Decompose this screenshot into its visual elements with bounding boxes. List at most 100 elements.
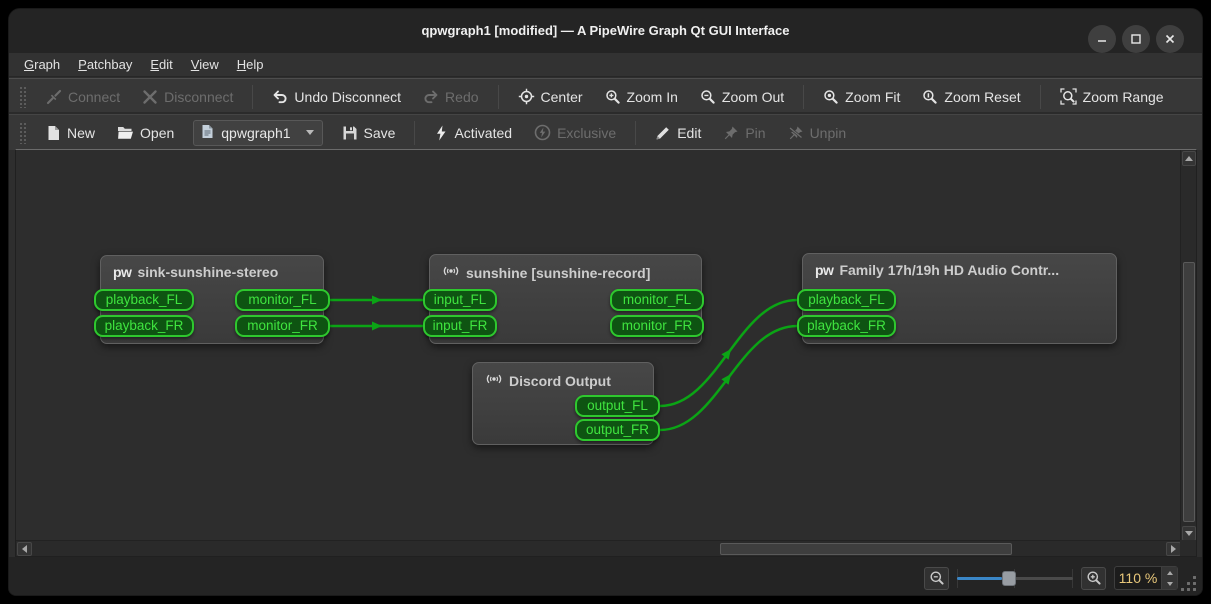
port-playback-fr[interactable]: playback_FR <box>94 315 194 337</box>
save-icon <box>342 125 358 141</box>
zoom-percent-value: 110 % <box>1118 570 1158 586</box>
port-monitor-fl[interactable]: monitor_FL <box>235 289 330 311</box>
pipewire-icon: pw <box>113 264 132 280</box>
menu-help[interactable]: Help <box>228 54 273 75</box>
horizontal-scrollbar-handle[interactable] <box>720 543 1012 555</box>
minimize-icon <box>1098 40 1106 42</box>
edit-button[interactable]: Edit <box>646 120 710 146</box>
zoom-percent-spinbox[interactable]: 110 % <box>1114 566 1178 590</box>
unpin-button[interactable]: Unpin <box>779 120 856 146</box>
patchbay-session-combobox[interactable]: qpwgraph1 <box>193 119 323 146</box>
menu-patchbay[interactable]: Patchbay <box>69 54 141 75</box>
graph-toolbar: Connect Disconnect Undo Disconnect Redo … <box>9 78 1202 114</box>
node-title: Discord Output <box>509 372 611 389</box>
toolbar-separator <box>635 120 637 145</box>
exclusive-button[interactable]: Exclusive <box>525 119 625 146</box>
disconnect-button[interactable]: Disconnect <box>133 84 242 110</box>
toolbar-separator <box>803 84 805 109</box>
close-icon <box>1165 34 1175 44</box>
arrow-left-icon <box>22 545 27 553</box>
spin-up-button[interactable] <box>1162 567 1177 578</box>
new-button[interactable]: New <box>37 120 104 146</box>
port-output-fr[interactable]: output_FR <box>575 419 660 441</box>
menu-graph[interactable]: Graph <box>15 54 69 75</box>
chevron-down-icon <box>305 130 314 135</box>
arrow-right-icon <box>1171 545 1176 553</box>
toolbar-drag-handle[interactable] <box>19 85 27 108</box>
redo-button[interactable]: Redo <box>414 84 487 110</box>
vertical-scrollbar-handle[interactable] <box>1183 262 1195 522</box>
zoom-out-status-button[interactable] <box>924 566 949 590</box>
menu-edit[interactable]: Edit <box>141 54 181 75</box>
toolbar-separator <box>414 120 416 145</box>
zoom-slider-handle[interactable] <box>1002 570 1016 586</box>
node-title: sink-sunshine-stereo <box>137 264 279 280</box>
connect-icon <box>46 89 62 105</box>
minimize-button[interactable] <box>1088 25 1116 53</box>
patchbay-file-icon <box>201 124 214 142</box>
scroll-right-button[interactable] <box>1166 542 1181 556</box>
zoom-controls: 110 % <box>924 566 1178 590</box>
zoom-in-button[interactable]: Zoom In <box>596 84 687 110</box>
window-title: qpwgraph1 [modified] — A PipeWire Graph … <box>421 23 790 38</box>
scroll-left-button[interactable] <box>17 542 32 556</box>
arrow-up-icon <box>1185 156 1193 161</box>
open-folder-icon <box>117 125 134 140</box>
port-input-fr[interactable]: input_FR <box>423 315 497 337</box>
open-button[interactable]: Open <box>108 120 183 146</box>
edit-pencil-icon <box>655 125 671 141</box>
stream-icon <box>485 371 503 390</box>
horizontal-scrollbar[interactable] <box>16 540 1182 556</box>
toolbar-drag-handle[interactable] <box>19 121 27 144</box>
zoom-in-status-button[interactable] <box>1081 566 1106 590</box>
zoom-range-button[interactable]: Zoom Range <box>1051 83 1173 110</box>
port-monitor-fl[interactable]: monitor_FL <box>610 289 704 311</box>
undo-icon <box>272 89 288 105</box>
close-button[interactable] <box>1156 25 1184 53</box>
titlebar[interactable]: qpwgraph1 [modified] — A PipeWire Graph … <box>9 9 1202 53</box>
activated-bolt-icon <box>434 125 448 141</box>
port-input-fl[interactable]: input_FL <box>423 289 497 311</box>
zoom-fit-button[interactable]: Zoom Fit <box>814 84 909 110</box>
redo-icon <box>423 89 439 105</box>
port-monitor-fr[interactable]: monitor_FR <box>235 315 330 337</box>
new-file-icon <box>46 125 61 141</box>
maximize-button[interactable] <box>1122 25 1150 53</box>
zoom-reset-icon <box>922 89 938 105</box>
scroll-down-button[interactable] <box>1182 526 1196 541</box>
graph-view-frame: pw sink-sunshine-stereo sunshine [sunshin… <box>15 149 1197 557</box>
menubar: Graph Patchbay Edit View Help <box>9 53 1202 77</box>
pin-button[interactable]: Pin <box>714 120 774 146</box>
window-resize-grip[interactable] <box>1180 575 1196 591</box>
center-button[interactable]: Center <box>509 83 592 110</box>
arrow-down-icon <box>1166 581 1173 586</box>
graph-canvas[interactable]: pw sink-sunshine-stereo sunshine [sunshin… <box>16 150 1182 542</box>
activated-button[interactable]: Activated <box>425 120 521 146</box>
pipewire-icon: pw <box>815 262 834 278</box>
menu-view[interactable]: View <box>182 54 228 75</box>
toolbar-separator <box>252 84 254 109</box>
exclusive-bolt-icon <box>534 124 551 141</box>
spin-down-button[interactable] <box>1162 578 1177 589</box>
scroll-up-button[interactable] <box>1182 151 1196 166</box>
zoom-slider[interactable] <box>957 567 1073 590</box>
port-output-fl[interactable]: output_FL <box>575 395 660 417</box>
port-playback-fr[interactable]: playback_FR <box>797 315 896 337</box>
center-icon <box>518 88 535 105</box>
undo-disconnect-button[interactable]: Undo Disconnect <box>263 84 410 110</box>
connect-button[interactable]: Connect <box>37 84 129 110</box>
node-title: Family 17h/19h HD Audio Contr... <box>839 262 1060 278</box>
port-playback-fl[interactable]: playback_FL <box>94 289 194 311</box>
spin-buttons <box>1161 567 1177 589</box>
zoom-out-icon <box>930 571 944 585</box>
zoom-out-button[interactable]: Zoom Out <box>691 84 793 110</box>
port-monitor-fr[interactable]: monitor_FR <box>610 315 704 337</box>
stream-icon <box>442 263 460 282</box>
toolbar-separator <box>1039 84 1041 109</box>
zoom-reset-button[interactable]: Zoom Reset <box>913 84 1029 110</box>
node-title: sunshine [sunshine-record] <box>466 264 651 281</box>
port-playback-fl[interactable]: playback_FL <box>797 289 896 311</box>
zoom-out-icon <box>700 89 716 105</box>
vertical-scrollbar[interactable] <box>1180 150 1196 542</box>
save-button[interactable]: Save <box>333 120 405 146</box>
